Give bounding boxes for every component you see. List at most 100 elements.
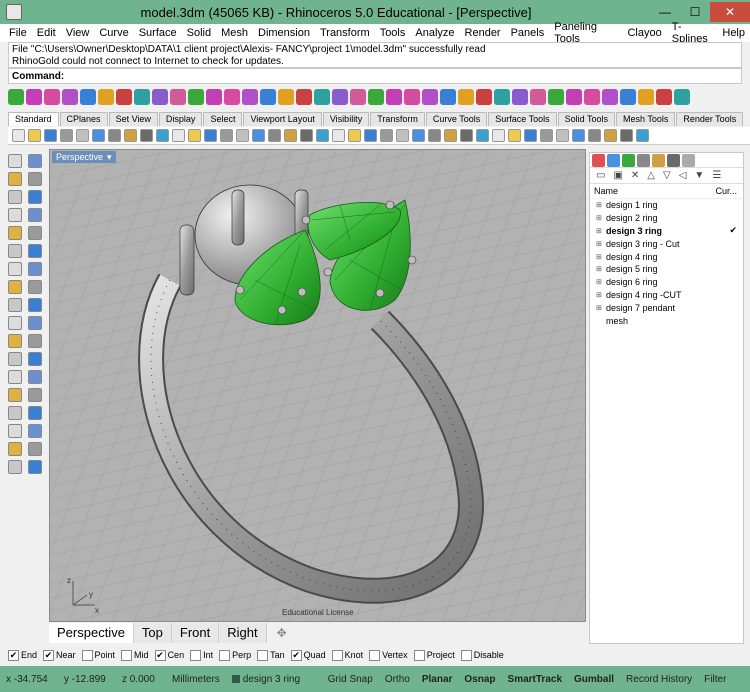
layer-name-column-header[interactable]: Name xyxy=(594,186,618,196)
rhinogold-tool-icon[interactable] xyxy=(422,89,438,105)
osnap-perp[interactable]: Perp xyxy=(219,649,251,661)
viewport-title[interactable]: Perspective ▾ xyxy=(52,151,116,163)
panel-tab-icon[interactable] xyxy=(622,153,635,167)
standard-tool-icon[interactable] xyxy=(156,129,169,142)
panel-tab-icon[interactable] xyxy=(682,153,695,167)
rhinogold-tool-icon[interactable] xyxy=(44,89,60,105)
standard-tool-icon[interactable] xyxy=(348,129,361,142)
standard-tool-icon[interactable] xyxy=(380,129,393,142)
standard-tool-icon[interactable] xyxy=(428,129,441,142)
rhinogold-tool-icon[interactable] xyxy=(296,89,312,105)
standard-tool-icon[interactable] xyxy=(636,129,649,142)
osnap-checkbox[interactable] xyxy=(121,649,133,661)
new-sublayer-icon[interactable]: ▣ xyxy=(613,170,622,181)
panel-tab-icon[interactable] xyxy=(652,153,665,167)
standard-tool-icon[interactable] xyxy=(60,129,73,142)
minimize-button[interactable]: — xyxy=(650,2,680,22)
menu-analyze[interactable]: Analyze xyxy=(410,27,459,39)
standard-tool-icon[interactable] xyxy=(76,129,89,142)
menu-file[interactable]: File xyxy=(4,27,32,39)
left-tool-icon[interactable] xyxy=(8,352,22,366)
standard-tool-icon[interactable] xyxy=(316,129,329,142)
left-tool-icon[interactable] xyxy=(8,190,22,204)
rhinogold-tool-icon[interactable] xyxy=(458,89,474,105)
close-button[interactable]: ✕ xyxy=(710,2,750,22)
standard-tool-icon[interactable] xyxy=(92,129,105,142)
left-tool-icon[interactable] xyxy=(8,244,22,258)
rhino-app-icon[interactable] xyxy=(6,4,22,20)
osnap-checkbox[interactable] xyxy=(81,649,93,661)
rhinogold-tool-icon[interactable] xyxy=(152,89,168,105)
rhinogold-tool-icon[interactable] xyxy=(332,89,348,105)
osnap-point[interactable]: Point xyxy=(81,649,115,661)
osnap-checkbox[interactable]: ✔ xyxy=(8,649,19,661)
osnap-checkbox[interactable] xyxy=(190,649,202,661)
rhinogold-tool-icon[interactable] xyxy=(350,89,366,105)
left-tool-icon[interactable] xyxy=(28,172,42,186)
standard-tool-icon[interactable] xyxy=(620,129,633,142)
status-toggle-record-history[interactable]: Record History xyxy=(620,674,698,685)
standard-tool-icon[interactable] xyxy=(604,129,617,142)
viewport-tab-perspective[interactable]: Perspective xyxy=(49,623,134,643)
move-up-parent-icon[interactable]: ◁ xyxy=(679,170,687,181)
osnap-int[interactable]: Int xyxy=(190,649,213,661)
left-tool-icon[interactable] xyxy=(28,244,42,258)
tab-standard[interactable]: Standard xyxy=(8,112,59,126)
status-toggle-ortho[interactable]: Ortho xyxy=(379,674,416,685)
expand-icon[interactable]: ⊞ xyxy=(596,253,604,261)
viewport-tab-front[interactable]: Front xyxy=(171,623,220,643)
left-tool-icon[interactable] xyxy=(28,334,42,348)
rhinogold-tool-icon[interactable] xyxy=(530,89,546,105)
osnap-checkbox[interactable]: ✔ xyxy=(43,649,55,661)
menu-mesh[interactable]: Mesh xyxy=(216,27,253,39)
left-tool-icon[interactable] xyxy=(8,460,22,474)
standard-tool-icon[interactable] xyxy=(12,129,25,142)
osnap-checkbox[interactable]: ✔ xyxy=(290,649,302,661)
standard-tool-icon[interactable] xyxy=(236,129,249,142)
standard-tool-icon[interactable] xyxy=(572,129,585,142)
standard-tool-icon[interactable] xyxy=(28,129,41,142)
rhinogold-tool-icon[interactable] xyxy=(134,89,150,105)
tab-transform[interactable]: Transform xyxy=(370,112,425,126)
standard-tool-icon[interactable] xyxy=(396,129,409,142)
left-tool-icon[interactable] xyxy=(8,226,22,240)
status-toggle-gumball[interactable]: Gumball xyxy=(568,674,620,685)
delete-icon[interactable]: ✕ xyxy=(631,170,639,181)
standard-tool-icon[interactable] xyxy=(300,129,313,142)
menu-transform[interactable]: Transform xyxy=(315,27,375,39)
rhinogold-tool-icon[interactable] xyxy=(386,89,402,105)
standard-tool-icon[interactable] xyxy=(284,129,297,142)
left-tool-icon[interactable] xyxy=(28,370,42,384)
standard-tool-icon[interactable] xyxy=(460,129,473,142)
left-tool-icon[interactable] xyxy=(28,280,42,294)
osnap-checkbox[interactable] xyxy=(413,649,425,661)
standard-tool-icon[interactable] xyxy=(124,129,137,142)
add-viewport-tab-icon[interactable]: ✥ xyxy=(267,623,297,643)
osnap-checkbox[interactable] xyxy=(460,649,472,661)
left-tool-icon[interactable] xyxy=(28,388,42,402)
new-layer-icon[interactable]: ▭ xyxy=(596,170,605,181)
menu-clayoo[interactable]: Clayoo xyxy=(622,27,666,39)
rhinogold-tool-icon[interactable] xyxy=(404,89,420,105)
rhinogold-tool-icon[interactable] xyxy=(242,89,258,105)
osnap-near[interactable]: ✔ Near xyxy=(43,649,76,661)
standard-tool-icon[interactable] xyxy=(412,129,425,142)
maximize-button[interactable]: ☐ xyxy=(680,2,710,22)
left-tool-icon[interactable] xyxy=(28,460,42,474)
panel-tab-icon[interactable] xyxy=(637,153,650,167)
standard-tool-icon[interactable] xyxy=(492,129,505,142)
move-up-icon[interactable]: △ xyxy=(647,170,655,181)
tab-solid-tools[interactable]: Solid Tools xyxy=(557,112,615,126)
left-tool-icon[interactable] xyxy=(28,424,42,438)
rhinogold-tool-icon[interactable] xyxy=(656,89,672,105)
menu-view[interactable]: View xyxy=(61,27,95,39)
rhinogold-tool-icon[interactable] xyxy=(116,89,132,105)
standard-tool-icon[interactable] xyxy=(508,129,521,142)
left-tool-icon[interactable] xyxy=(8,280,22,294)
left-tool-icon[interactable] xyxy=(28,208,42,222)
osnap-checkbox[interactable] xyxy=(257,649,269,661)
status-toggle-planar[interactable]: Planar xyxy=(416,674,459,685)
rhinogold-tool-icon[interactable] xyxy=(638,89,654,105)
left-tool-icon[interactable] xyxy=(8,172,22,186)
layer-row[interactable]: ⊞ design 5 ring xyxy=(590,263,743,276)
